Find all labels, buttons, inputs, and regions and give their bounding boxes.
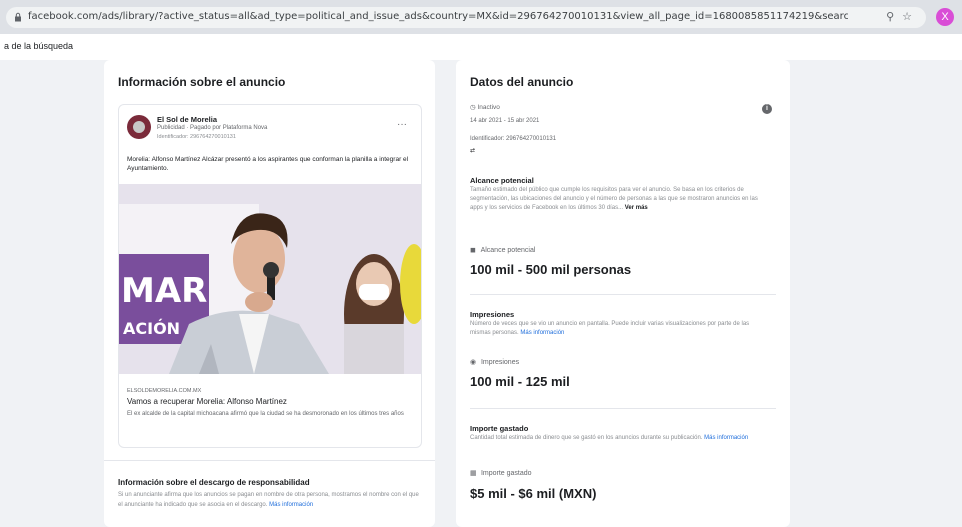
spend-value: $5 mil - $6 mil (MXN) (470, 486, 597, 501)
svg-text:ACIÓN: ACIÓN (123, 319, 180, 338)
ad-link-title[interactable]: Vamos a recuperar Morelia: Alfonso Martí… (127, 397, 287, 406)
impressions-description: Número de veces que se vio un anuncio en… (470, 320, 768, 338)
svg-text:MAR: MAR (121, 271, 207, 311)
run-dates: 14 abr 2021 - 15 abr 2021 (470, 118, 540, 124)
responsibility-more-link[interactable]: Más información (269, 502, 313, 508)
impressions-label: Impresiones (480, 359, 520, 366)
star-icon[interactable]: ☆ (902, 11, 920, 23)
see-more-link[interactable]: Ver más (625, 205, 648, 211)
ad-link-description: El ex alcalde de la capital michoacana a… (127, 411, 404, 417)
back-to-search-link[interactable]: a de la búsqueda (4, 41, 73, 51)
spend-title: Importe gastado (470, 424, 529, 433)
ad-link-caption: ELSOLDEMORELIA.COM.MX (127, 388, 202, 394)
back-bar: a de la búsqueda (0, 34, 962, 60)
ad-image[interactable]: MAR ACIÓN (119, 184, 421, 374)
spend-more-link[interactable]: Más información (704, 435, 748, 441)
divider (470, 294, 776, 295)
address-bar[interactable]: facebook.com/ads/library/?active_status=… (6, 7, 926, 28)
ad-preview: El Sol de Morelia Publicidad · Pagado po… (118, 104, 422, 448)
reach-description: Tamaño estimado del público que cumple l… (470, 186, 768, 213)
page-avatar[interactable] (127, 115, 151, 139)
ad-data-title: Datos del anuncio (470, 75, 574, 89)
money-icon: ▦ (470, 470, 477, 477)
megaphone-icon: ◼ (470, 247, 476, 254)
address-bar-actions[interactable]: ⚲☆ (886, 10, 920, 23)
profile-avatar[interactable]: X (936, 8, 954, 26)
spend-description: Cantidad total estimada de dinero que se… (470, 434, 768, 443)
ad-body-text: Morelia: Alfonso Martínez Alcázar presen… (127, 156, 409, 172)
ad-id-small: Identificador: 296764270010131 (157, 134, 236, 140)
spend-label: Importe gastado (480, 470, 532, 477)
more-options-icon[interactable]: ··· (397, 119, 407, 130)
details-icon[interactable]: ⇄ (470, 147, 475, 154)
responsibility-title: Información sobre el descargo de respons… (118, 478, 310, 487)
divider (470, 408, 776, 409)
reach-metric-label: ◼ Alcance potencial (470, 246, 535, 254)
reach-desc-text: Tamaño estimado del público que cumple l… (470, 187, 758, 211)
page-name[interactable]: El Sol de Morelia (157, 115, 217, 124)
impressions-metric-label: ◉ Impresiones (470, 358, 519, 366)
ad-identifier: Identificador: 296764270010131 (470, 136, 557, 142)
eye-icon: ◉ (470, 359, 477, 366)
impressions-title: Impresiones (470, 310, 515, 319)
spend-desc-text: Cantidad total estimada de dinero que se… (470, 435, 703, 441)
spend-metric-label: ▦ Importe gastado (470, 469, 532, 477)
ad-info-title: Información sobre el anuncio (118, 75, 286, 89)
lock-icon (15, 12, 21, 22)
responsibility-text: Si un anunciante afirma que los anuncios… (118, 490, 423, 510)
ad-photo: MAR ACIÓN (119, 184, 421, 374)
zoom-icon[interactable]: ⚲ (886, 11, 902, 23)
status-text: Inactivo (477, 104, 500, 111)
reach-value: 100 mil - 500 mil personas (470, 262, 632, 277)
url-text: facebook.com/ads/library/?active_status=… (28, 11, 848, 22)
info-icon[interactable]: i (762, 104, 772, 114)
sponsored-label: Publicidad · Pagado por Plataforma Nova (157, 125, 268, 131)
reach-label: Alcance potencial (480, 247, 536, 254)
clock-icon: ◷ (470, 104, 476, 111)
impressions-desc-text: Número de veces que se vio un anuncio en… (470, 321, 750, 336)
impressions-value: 100 mil - 125 mil (470, 374, 570, 389)
divider (104, 460, 435, 461)
status-row: ◷ Inactivo (470, 103, 500, 111)
browser-toolbar: facebook.com/ads/library/?active_status=… (0, 0, 962, 34)
reach-title: Alcance potencial (470, 176, 534, 185)
impressions-more-link[interactable]: Más información (520, 330, 564, 336)
